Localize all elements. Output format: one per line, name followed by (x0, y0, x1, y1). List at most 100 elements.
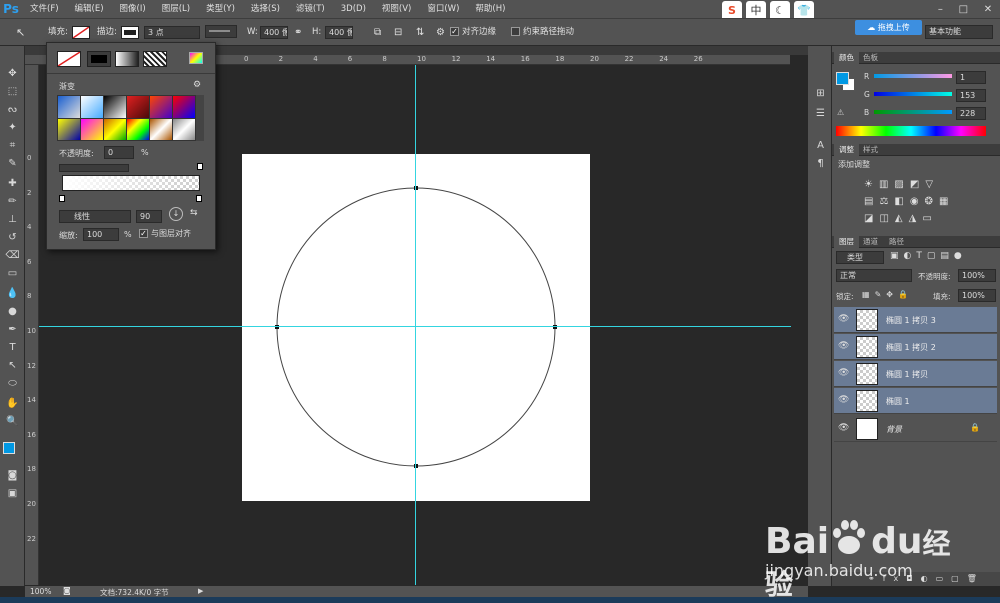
clone-stamp-icon[interactable]: ⊥ (5, 212, 20, 227)
align-edges-checkbox[interactable]: ✓ 对齐边缘 (450, 25, 496, 40)
tab-layers[interactable]: 图层 (834, 236, 859, 248)
channel-mixer-icon[interactable]: ❂ (925, 196, 939, 207)
zoom-level[interactable]: 100% (30, 587, 51, 596)
type-filter-icon[interactable]: T (916, 251, 927, 261)
tab-color[interactable]: 颜色 (834, 52, 859, 64)
color-spectrum-bar[interactable] (836, 126, 986, 136)
gear-icon[interactable]: ⚙ (193, 80, 201, 90)
opacity-slider[interactable] (59, 164, 129, 172)
threshold-icon[interactable]: ◭ (895, 213, 909, 224)
fg-color-swatch[interactable] (836, 72, 849, 85)
b-field[interactable]: 228 (956, 107, 986, 120)
document-canvas[interactable] (242, 154, 590, 501)
tab-channels[interactable]: 通道 (858, 236, 883, 248)
gradient-preset[interactable] (58, 96, 80, 118)
menu-image[interactable]: 图像(I) (112, 0, 154, 18)
close-icon[interactable]: ✕ (984, 4, 992, 15)
invert-icon[interactable]: ◪ (864, 213, 879, 224)
visibility-eye-icon[interactable]: 👁 (838, 395, 849, 405)
vibrance-icon[interactable]: ▽ (925, 179, 939, 190)
path-operations-icon[interactable]: ⧉ (374, 25, 381, 40)
stroke-swatch[interactable] (121, 26, 139, 39)
stroke-type-select[interactable] (205, 25, 237, 38)
presets-scrollbar[interactable] (196, 95, 204, 141)
visibility-eye-icon[interactable]: 👁 (838, 314, 849, 324)
gradient-tool-icon[interactable]: ▭ (5, 266, 20, 281)
r-field[interactable]: 1 (956, 71, 986, 84)
exposure-icon[interactable]: ◩ (910, 179, 925, 190)
gradient-preset[interactable] (150, 96, 172, 118)
no-fill-button[interactable] (57, 51, 81, 67)
menu-select[interactable]: 选择(S) (243, 0, 288, 18)
gradient-map-icon[interactable]: ▭ (922, 213, 937, 224)
workspace-select[interactable]: 基本功能 (925, 25, 993, 39)
selective-color-icon[interactable]: ◮ (909, 213, 923, 224)
width-field[interactable]: 400 像素 (260, 26, 288, 39)
curves-icon[interactable]: ▨ (894, 179, 909, 190)
menu-help[interactable]: 帮助(H) (467, 0, 513, 18)
scale-field[interactable]: 100 (83, 228, 119, 241)
ellipse-tool-icon[interactable]: ⬭ (5, 376, 20, 391)
hand-tool-icon[interactable]: ✋ (5, 396, 20, 411)
gradient-preset[interactable] (127, 96, 149, 118)
upload-button[interactable]: ☁ 拖拽上传 (855, 20, 922, 35)
gradient-preset[interactable] (58, 118, 80, 140)
opacity-field[interactable]: 0 (104, 146, 134, 159)
path-selection-tool-icon[interactable]: ↖ (5, 358, 20, 373)
fill-swatch[interactable] (72, 26, 90, 39)
pattern-fill-button[interactable] (143, 51, 167, 67)
visibility-eye-icon[interactable]: 👁 (838, 368, 849, 378)
angle-dial-icon[interactable]: ↓ (169, 207, 183, 221)
healing-brush-icon[interactable]: ✚ (5, 176, 20, 191)
visibility-eye-icon[interactable]: 👁 (838, 423, 849, 433)
stroke-width-field[interactable]: 3 点 (144, 26, 200, 39)
color-stop-right[interactable] (196, 195, 202, 202)
shape-filter-icon[interactable]: ▢ (927, 251, 941, 261)
blur-tool-icon[interactable]: 💧 (5, 286, 20, 301)
gradient-presets[interactable] (57, 95, 203, 141)
gradient-preset[interactable] (81, 118, 103, 140)
paragraph-panel-icon[interactable]: ¶ (813, 156, 828, 171)
history-panel-icon[interactable]: ⊞ (813, 86, 828, 101)
character-panel-icon[interactable]: A (813, 138, 828, 153)
brush-tool-icon[interactable]: ✏ (5, 194, 20, 209)
menu-3d[interactable]: 3D(D) (333, 0, 374, 18)
lock-all-icon[interactable]: 🔒 (898, 290, 913, 299)
height-field[interactable]: 400 像素 (325, 26, 353, 39)
tab-paths[interactable]: 路径 (884, 236, 909, 248)
g-field[interactable]: 153 (956, 89, 986, 102)
gradient-preview-bar[interactable] (62, 175, 200, 191)
layer-fill-field[interactable]: 100% (958, 289, 996, 302)
r-slider[interactable] (874, 74, 952, 78)
move-tool-icon[interactable]: ✥ (5, 66, 20, 81)
photo-filter-icon[interactable]: ◉ (910, 196, 925, 207)
constrain-path-checkbox[interactable]: 约束路径拖动 (511, 25, 574, 40)
path-alignment-icon[interactable]: ⊟ (394, 25, 402, 40)
quick-mask-icon[interactable]: ◙ (5, 468, 20, 483)
crop-tool-icon[interactable]: ⌗ (5, 138, 20, 153)
gradient-preset[interactable] (127, 118, 149, 140)
adjustment-icons[interactable]: ☀▥▨◩▽ ▤⚖◧◉❂▦ ◪◫◭◮▭ (864, 176, 964, 227)
layer-row[interactable]: 👁 椭圆 1 拷贝 (834, 361, 997, 387)
lasso-tool-icon[interactable]: ᔓ (5, 102, 20, 117)
layer-row[interactable]: 👁 椭圆 1 拷贝 3 (834, 307, 997, 333)
gradient-preset[interactable] (104, 96, 126, 118)
color-stop-left[interactable] (59, 195, 65, 202)
gradient-fill-button[interactable] (115, 51, 139, 67)
layer-row-background[interactable]: 👁 背景 🔒 (834, 416, 997, 442)
lock-icons[interactable]: ▦✎✥🔒 (862, 290, 913, 299)
layer-filter-icons[interactable]: ▣◐T▢▤● (890, 251, 990, 261)
path-arrangement-icon[interactable]: ⇅ (416, 25, 424, 40)
magic-wand-tool-icon[interactable]: ✦ (5, 120, 20, 135)
reverse-gradient-icon[interactable]: ⇆ (190, 208, 198, 218)
menu-filter[interactable]: 滤镜(T) (288, 0, 333, 18)
zoom-tool-icon[interactable]: 🔍 (5, 414, 20, 429)
tab-adjustments[interactable]: 调整 (834, 144, 859, 156)
layer-row[interactable]: 👁 椭圆 1 拷贝 2 (834, 334, 997, 360)
color-balance-icon[interactable]: ⚖ (879, 196, 894, 207)
gradient-type-select[interactable]: 线性 (59, 210, 131, 223)
link-icon[interactable]: ⚭ (294, 25, 302, 40)
solid-fill-button[interactable] (87, 51, 111, 67)
properties-panel-icon[interactable]: ☰ (813, 106, 828, 121)
status-info-icon[interactable]: ◙ (63, 586, 71, 595)
